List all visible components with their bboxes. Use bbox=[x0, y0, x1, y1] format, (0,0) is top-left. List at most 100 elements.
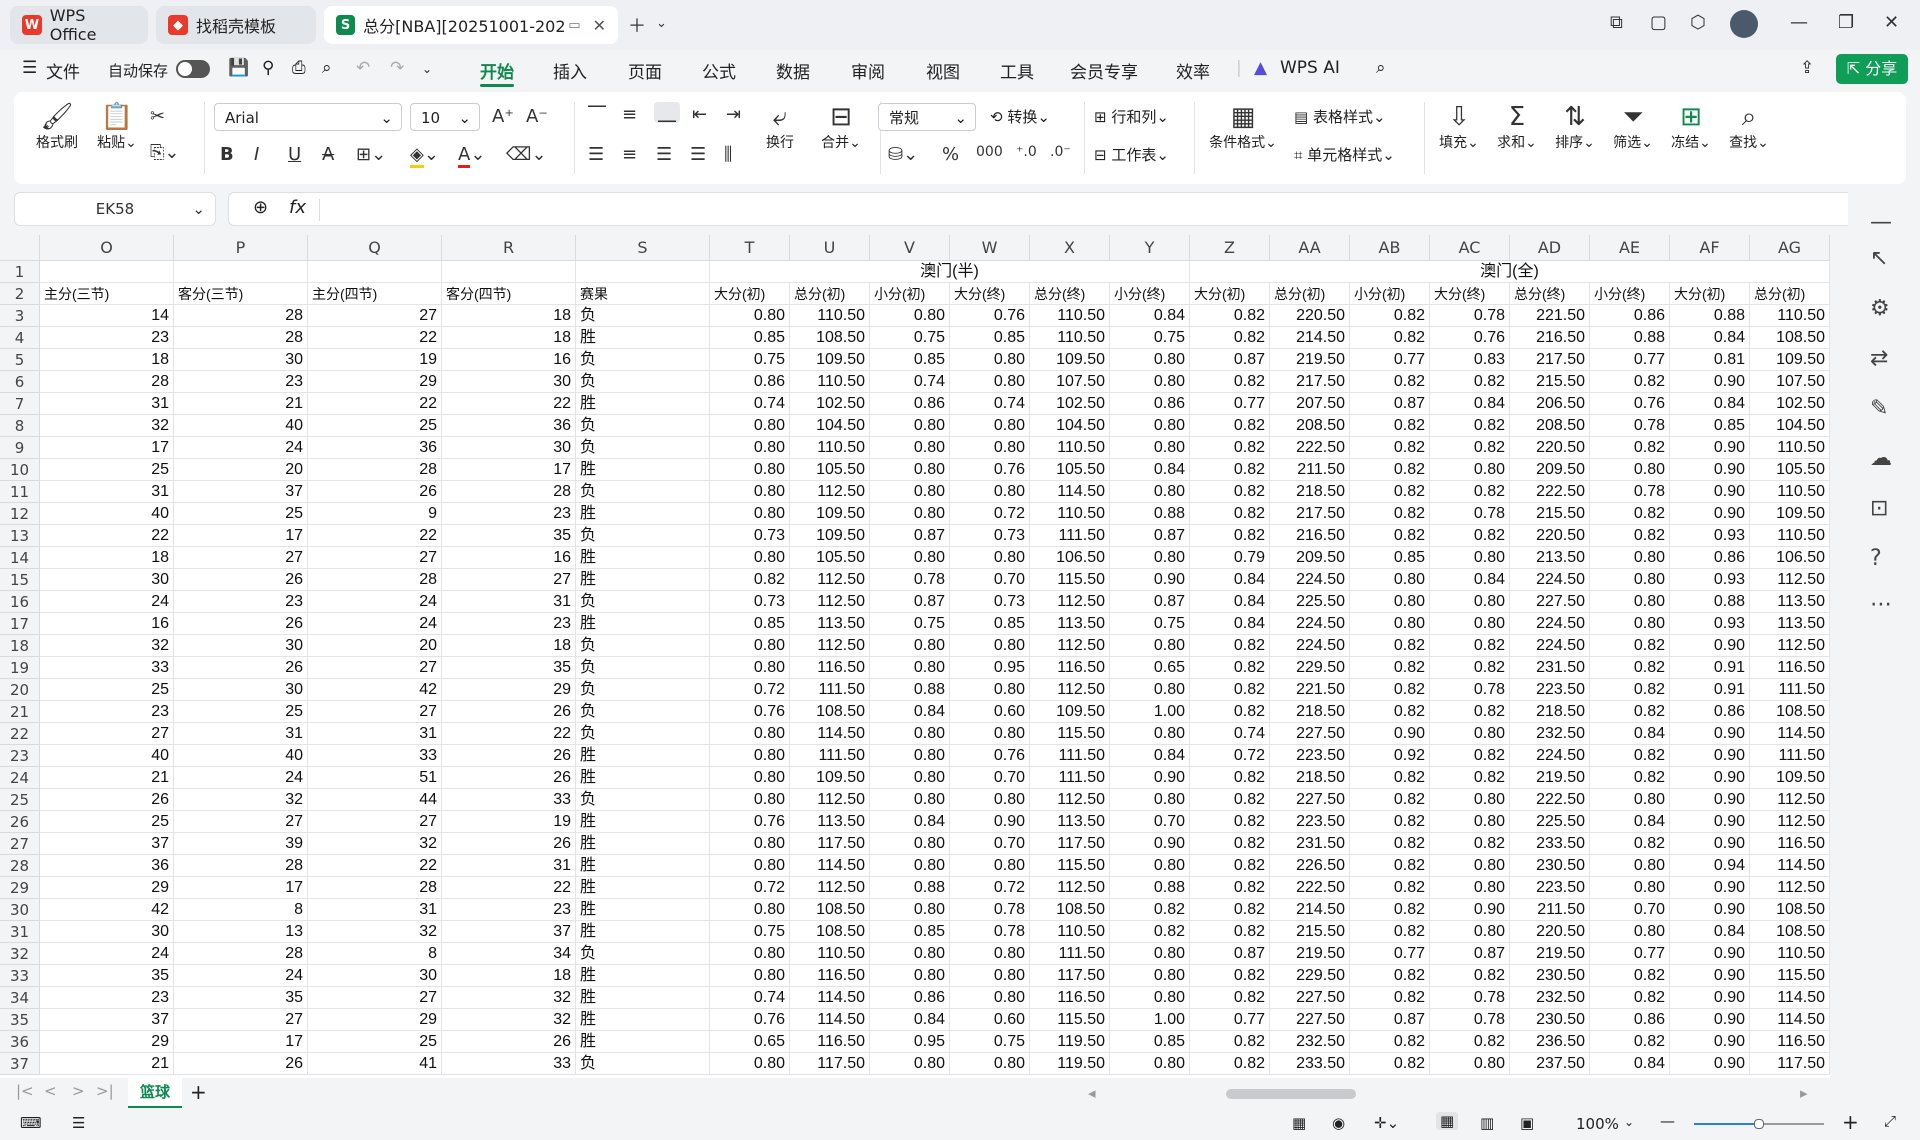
font-name-select[interactable]: Arial ⌄ bbox=[214, 103, 402, 131]
cell[interactable]: 111.50 bbox=[1750, 745, 1830, 767]
cell[interactable]: 222.50 bbox=[1270, 877, 1350, 899]
cell[interactable]: 0.82 bbox=[710, 569, 790, 591]
border-icon[interactable]: ⊞⌄ bbox=[356, 144, 386, 165]
cell[interactable]: 14 bbox=[40, 305, 174, 327]
cell[interactable]: 0.90 bbox=[1110, 833, 1190, 855]
cell[interactable]: 0.78 bbox=[1430, 305, 1510, 327]
cell[interactable]: 33 bbox=[442, 1053, 576, 1075]
cell[interactable]: 112.50 bbox=[1750, 569, 1830, 591]
prev-sheet-icon[interactable]: < bbox=[44, 1082, 57, 1100]
cell[interactable]: 负 bbox=[576, 481, 710, 503]
cell[interactable]: 229.50 bbox=[1270, 965, 1350, 987]
cell[interactable]: 19 bbox=[442, 811, 576, 833]
row-header[interactable]: 35 bbox=[0, 1009, 40, 1031]
undo-icon[interactable]: ↶ bbox=[356, 58, 370, 78]
cell[interactable]: 0.82 bbox=[1590, 437, 1670, 459]
cell[interactable]: 0.80 bbox=[1110, 349, 1190, 371]
cell[interactable]: 209.50 bbox=[1510, 459, 1590, 481]
cell[interactable]: 110.50 bbox=[1030, 305, 1110, 327]
row-header[interactable]: 15 bbox=[0, 569, 40, 591]
fill-color-icon[interactable]: ◈⌄ bbox=[410, 144, 439, 168]
cell[interactable]: 108.50 bbox=[1750, 327, 1830, 349]
cell[interactable]: 111.50 bbox=[1750, 679, 1830, 701]
cell[interactable]: 233.50 bbox=[1510, 833, 1590, 855]
cell[interactable]: 236.50 bbox=[1510, 1031, 1590, 1053]
cell[interactable]: 111.50 bbox=[1030, 767, 1110, 789]
search-icon[interactable]: ⌕ bbox=[1376, 58, 1386, 78]
cell[interactable]: 负 bbox=[576, 635, 710, 657]
cell[interactable]: 0.82 bbox=[1350, 305, 1430, 327]
cell[interactable]: 0.82 bbox=[1430, 371, 1510, 393]
cell[interactable]: 0.82 bbox=[1350, 1031, 1430, 1053]
cell[interactable]: 负 bbox=[576, 943, 710, 965]
cell[interactable]: 8 bbox=[174, 899, 308, 921]
cell[interactable]: 0.84 bbox=[1590, 723, 1670, 745]
cell[interactable]: 0.80 bbox=[710, 657, 790, 679]
cell[interactable]: 0.85 bbox=[710, 613, 790, 635]
cell[interactable]: 胜 bbox=[576, 833, 710, 855]
cell[interactable]: 108.50 bbox=[790, 899, 870, 921]
cell[interactable]: 胜 bbox=[576, 987, 710, 1009]
cell[interactable]: 25 bbox=[40, 679, 174, 701]
cell[interactable]: 114.50 bbox=[790, 987, 870, 1009]
cell[interactable]: 28 bbox=[174, 327, 308, 349]
cell[interactable]: 30 bbox=[442, 371, 576, 393]
cell[interactable]: 35 bbox=[442, 657, 576, 679]
cell[interactable]: 0.84 bbox=[1110, 745, 1190, 767]
cell[interactable]: 232.50 bbox=[1510, 987, 1590, 1009]
cell[interactable]: 0.86 bbox=[710, 371, 790, 393]
cell[interactable]: 105.50 bbox=[790, 547, 870, 569]
cell[interactable]: 208.50 bbox=[1510, 415, 1590, 437]
cell[interactable]: 33 bbox=[308, 745, 442, 767]
row-header[interactable]: 21 bbox=[0, 701, 40, 723]
cell[interactable]: 221.50 bbox=[1270, 679, 1350, 701]
cell[interactable]: 0.70 bbox=[950, 833, 1030, 855]
cell[interactable]: 0.60 bbox=[950, 701, 1030, 723]
cell[interactable]: 0.80 bbox=[1590, 877, 1670, 899]
window-close-icon[interactable]: ✕ bbox=[1884, 12, 1899, 33]
cell[interactable]: 0.78 bbox=[870, 569, 950, 591]
cell[interactable]: 0.88 bbox=[1110, 877, 1190, 899]
cell[interactable]: 0.80 bbox=[1110, 679, 1190, 701]
cell[interactable]: 0.80 bbox=[710, 547, 790, 569]
header-cell[interactable]: 大分(终) bbox=[1430, 283, 1510, 305]
cell[interactable]: 0.80 bbox=[1110, 415, 1190, 437]
cell[interactable]: 22 bbox=[442, 393, 576, 415]
cell[interactable]: 0.80 bbox=[710, 943, 790, 965]
cell[interactable]: 0.80 bbox=[950, 349, 1030, 371]
cell[interactable]: 22 bbox=[442, 877, 576, 899]
cell[interactable]: 30 bbox=[442, 437, 576, 459]
cell[interactable]: 18 bbox=[40, 547, 174, 569]
new-tab-icon[interactable]: ＋ bbox=[628, 12, 646, 38]
cell[interactable]: 0.82 bbox=[1350, 811, 1430, 833]
cell[interactable]: 231.50 bbox=[1270, 833, 1350, 855]
cell[interactable]: 23 bbox=[442, 899, 576, 921]
row-header[interactable]: 22 bbox=[0, 723, 40, 745]
cell[interactable]: 0.70 bbox=[950, 569, 1030, 591]
cell[interactable]: 0.82 bbox=[1350, 635, 1430, 657]
cell[interactable]: 0.86 bbox=[870, 987, 950, 1009]
cell[interactable]: 0.82 bbox=[1430, 481, 1510, 503]
row-header[interactable]: 17 bbox=[0, 613, 40, 635]
header-cell[interactable]: 总分(终) bbox=[1030, 283, 1110, 305]
cell[interactable]: 111.50 bbox=[1030, 525, 1110, 547]
cell[interactable]: 110.50 bbox=[1750, 305, 1830, 327]
column-header[interactable]: AC bbox=[1430, 235, 1510, 261]
cell[interactable]: 18 bbox=[442, 965, 576, 987]
cell[interactable]: 0.73 bbox=[710, 591, 790, 613]
cell[interactable]: 0.84 bbox=[1190, 613, 1270, 635]
cell[interactable]: 0.80 bbox=[1110, 723, 1190, 745]
cell[interactable]: 21 bbox=[40, 1053, 174, 1075]
conditional-format-button[interactable]: ▦ 条件格式⌄ bbox=[1206, 102, 1280, 152]
cell[interactable]: 0.82 bbox=[1350, 481, 1430, 503]
format-painter-button[interactable]: 🖌 格式刷 bbox=[32, 102, 82, 152]
cell[interactable]: 227.50 bbox=[1270, 789, 1350, 811]
cell[interactable]: 112.50 bbox=[1750, 789, 1830, 811]
cell[interactable]: 0.82 bbox=[1190, 789, 1270, 811]
cell[interactable]: 0.84 bbox=[1190, 591, 1270, 613]
cell[interactable]: 0.82 bbox=[1190, 833, 1270, 855]
cell[interactable]: 37 bbox=[40, 1009, 174, 1031]
cell[interactable]: 117.50 bbox=[1030, 833, 1110, 855]
underline-icon[interactable]: U bbox=[288, 144, 301, 165]
cell[interactable]: 28 bbox=[442, 481, 576, 503]
